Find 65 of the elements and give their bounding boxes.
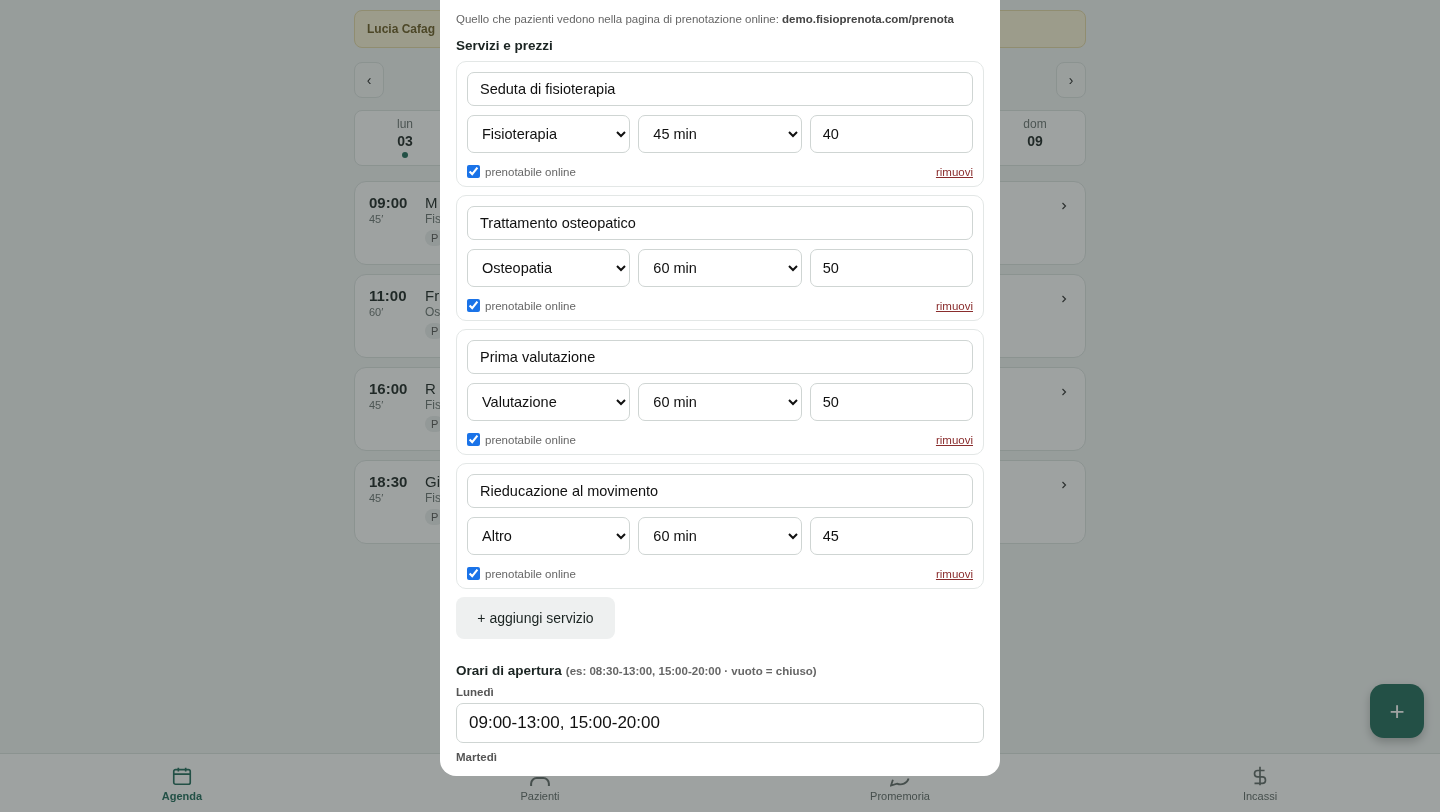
chat-icon	[890, 776, 910, 787]
remove-link[interactable]: rimuovi	[935, 567, 973, 580]
duration-dropdown[interactable]: 60 min	[638, 383, 802, 421]
chevron-icon	[1061, 202, 1067, 210]
patient-name: R	[425, 380, 436, 397]
remove-link[interactable]: rimuovi	[935, 433, 973, 446]
hours-field[interactable]: 09:00-13:00, 15:00-20:00	[456, 703, 984, 743]
service-name-field[interactable]: Trattamento osteopatico	[467, 206, 973, 240]
patient-name: Gi	[425, 473, 440, 490]
chevron-icon	[1061, 481, 1067, 489]
price-field[interactable]: 50	[809, 249, 973, 287]
online-checkbox[interactable]	[467, 299, 480, 312]
price-field[interactable]: 45	[809, 517, 973, 555]
weekday-label: dom	[1023, 117, 1047, 131]
category-dropdown[interactable]: Altro	[467, 517, 631, 555]
previous-week-button[interactable]: ‹	[354, 62, 384, 98]
duration-dropdown[interactable]: 45 min	[638, 115, 802, 153]
duration-dropdown[interactable]: 60 min	[638, 517, 802, 555]
appointment-duration: 45′	[369, 492, 385, 504]
appointment-time: 16:00	[369, 380, 409, 397]
checkbox-label: prenotabile online	[485, 299, 576, 312]
category-dropdown[interactable]: Fisioterapia	[467, 115, 631, 153]
service-name: Fis	[425, 212, 441, 226]
checkbox-label: prenotabile online	[485, 567, 576, 580]
booking-page-info: Quello che pazienti vedono nella pagina di prenotazione online: demo.fisioprenota.com/prenota	[456, 12, 955, 27]
service-name-field[interactable]: Seduta di fisioterapia	[467, 72, 973, 106]
remove-link[interactable]: rimuovi	[935, 165, 973, 178]
online-checkbox[interactable]	[467, 433, 480, 446]
service-name: Fis	[425, 491, 441, 505]
checkbox-label: prenotabile online	[485, 433, 576, 446]
service-name-field[interactable]: Prima valutazione	[467, 340, 973, 374]
appointment-time: 11:00	[369, 287, 408, 304]
appointment-duration: 45′	[369, 213, 385, 225]
add-service-button[interactable]: + aggiungi servizio	[456, 597, 615, 639]
online-checkbox[interactable]	[467, 567, 480, 580]
checkbox-label: prenotabile online	[485, 165, 576, 178]
weekday-label: lun	[397, 117, 413, 131]
price-field[interactable]: 50	[809, 383, 973, 421]
appointment-time: 18:30	[369, 473, 409, 490]
remove-link[interactable]: rimuovi	[935, 299, 973, 312]
section-heading: Orari di apertura	[456, 663, 562, 678]
duration-dropdown[interactable]: 60 min	[638, 249, 802, 287]
chevron-icon	[1061, 388, 1067, 396]
online-checkbox[interactable]	[467, 165, 480, 178]
service-name: Fis	[425, 398, 441, 412]
category-dropdown[interactable]: Osteopatia	[467, 249, 631, 287]
person-icon	[530, 776, 550, 787]
chevron-icon	[1061, 295, 1067, 303]
category-dropdown[interactable]: Valutazione	[467, 383, 631, 421]
service-name: Os	[425, 305, 441, 319]
nav-tab[interactable]: Agenda	[0, 754, 360, 812]
day-number[interactable]: 09	[1027, 133, 1043, 149]
next-week-button[interactable]: ›	[1056, 62, 1086, 98]
day-label: Lunedì	[456, 686, 495, 698]
appointment-time: 09:00	[369, 194, 409, 211]
service-name-field[interactable]: Rieducazione al movimento	[467, 474, 973, 508]
appointment-duration: 45′	[369, 399, 385, 411]
appointment-duration: 60′	[369, 306, 385, 318]
format-hint: (es: 08:30-13:00, 15:00-20:00 · vuoto = chiuso)	[565, 665, 817, 677]
add-button[interactable]: +	[1370, 684, 1424, 738]
day-number[interactable]: 03	[397, 133, 413, 149]
patient-name: Fr	[425, 287, 440, 304]
price-field[interactable]: 40	[809, 115, 973, 153]
day-label: Martedì	[456, 751, 498, 763]
patient-name: M	[425, 194, 438, 211]
